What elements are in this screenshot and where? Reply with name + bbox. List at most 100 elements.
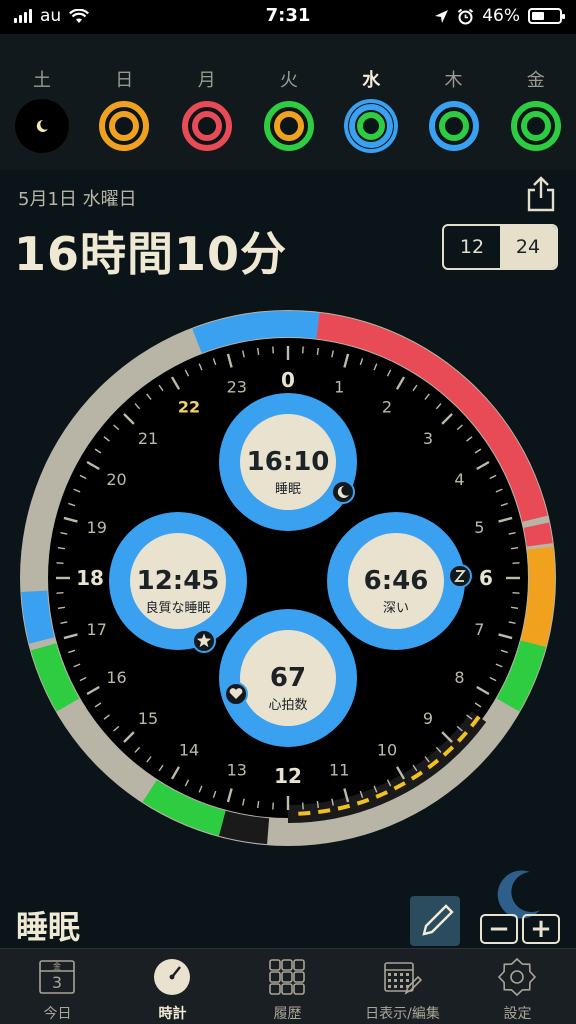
stat-heart[interactable]: 67 心拍数	[219, 609, 357, 747]
location-arrow-icon	[435, 9, 449, 23]
clock-icon	[154, 959, 190, 995]
date-heading: 5月1日 水曜日	[18, 189, 137, 210]
hour-label: 10	[377, 741, 397, 760]
grid-icon	[269, 959, 305, 995]
gear-icon	[497, 957, 537, 997]
section-title: 睡眠	[16, 908, 81, 946]
day-2[interactable]: 月	[166, 34, 248, 170]
hour-label: 21	[138, 429, 158, 448]
dial-tick	[316, 347, 319, 356]
stat-label: 良質な睡眠	[145, 600, 210, 616]
tab-bar: 金 3 今日 時計 履歴 日表示/編集 設定	[0, 948, 576, 1024]
hour-label: 11	[329, 760, 349, 779]
tab-label: 時計	[158, 1006, 187, 1022]
stat-label: 心拍数	[268, 698, 307, 713]
day-4[interactable]: 水	[330, 34, 412, 170]
hour-label: 14	[179, 741, 199, 760]
hour-label: 16	[106, 668, 126, 687]
tab-label: 日表示/編集	[365, 1006, 440, 1022]
day-rings-icon	[428, 101, 479, 151]
status-right: 46%	[434, 6, 565, 26]
heart-icon	[224, 682, 248, 706]
day-rings-icon	[510, 101, 561, 151]
dial-tick	[510, 547, 519, 550]
hour-label: 5	[474, 518, 484, 537]
sleep-arc-orange	[520, 546, 555, 648]
day-label: 土	[33, 70, 51, 91]
tab-3[interactable]: 日表示/編集	[345, 949, 460, 1024]
dial-tick	[257, 800, 260, 809]
tab-1[interactable]: 時計	[115, 949, 230, 1024]
z-icon	[448, 564, 472, 588]
day-rings-icon	[99, 101, 150, 151]
hour-label: 3	[423, 429, 433, 448]
day-label: 木	[444, 70, 463, 91]
stat-value: 16:10	[247, 447, 330, 477]
calendar-day: 3	[52, 973, 62, 992]
status-bar: au 7:31 46%	[0, 0, 576, 34]
hour-label: 6	[479, 566, 493, 590]
day-1[interactable]: 日	[83, 34, 165, 170]
hour-label: 4	[454, 470, 464, 489]
hour-label: 20	[106, 470, 126, 489]
tab-2[interactable]: 履歴	[230, 949, 345, 1024]
dial-tick	[257, 347, 260, 356]
day-5[interactable]: 木	[413, 34, 495, 170]
stat-value: 6:46	[364, 566, 429, 596]
day-0[interactable]: 土	[1, 34, 83, 170]
hour-label: 15	[138, 709, 158, 728]
format-12-option[interactable]: 12	[444, 226, 500, 268]
hour-label: 18	[76, 566, 104, 590]
stat-label: 睡眠	[275, 482, 301, 497]
day-6[interactable]: 金	[495, 34, 576, 170]
tab-0[interactable]: 金 3 今日	[0, 949, 115, 1024]
calendar-month: 金	[53, 961, 61, 971]
hour-label: 0	[281, 368, 295, 392]
dial-tick	[57, 547, 66, 550]
hour-label: 12	[274, 764, 302, 788]
day-rings-icon	[344, 99, 399, 153]
total-duration: 16時間10分	[14, 227, 288, 281]
dial-tick	[57, 606, 66, 609]
edit-button[interactable]	[410, 896, 460, 946]
day-label: 月	[197, 70, 216, 91]
hour-label: 7	[474, 620, 484, 639]
dial-tick	[316, 800, 319, 809]
week-strip: 土日月火水木金	[0, 34, 576, 170]
dial-tick	[510, 606, 519, 609]
hour-label: 19	[87, 518, 107, 537]
day-3[interactable]: 火	[248, 34, 330, 170]
format-24-option[interactable]: 24	[500, 226, 556, 268]
tab-4[interactable]: 設定	[460, 949, 575, 1024]
hour-label: 8	[454, 668, 464, 687]
clock-format-toggle[interactable]: 12 24	[442, 224, 558, 270]
calendar-icon: 金3	[39, 960, 75, 994]
day-label: 日	[115, 70, 134, 91]
battery-icon	[528, 8, 565, 24]
stat-sleep[interactable]: 16:10 睡眠	[219, 393, 357, 531]
night-icon	[15, 99, 69, 153]
stat-label: 深い	[383, 601, 409, 616]
stat-value: 67	[270, 663, 306, 693]
zoom-out-button[interactable]: −	[480, 914, 518, 944]
stat-value: 12:45	[137, 566, 220, 596]
hour-label: 9	[423, 709, 433, 728]
hour-label: 17	[87, 620, 107, 639]
hour-label: 1	[334, 378, 344, 397]
sleep-clock-dial[interactable]: 0 123456789101112131415161718192021222316…	[0, 290, 576, 870]
hour-label: 22	[178, 398, 200, 417]
battery-percent: 46%	[482, 6, 520, 26]
day-label: 火	[279, 70, 298, 91]
share-icon[interactable]	[524, 175, 558, 213]
sleep-arc-dark	[218, 810, 270, 845]
star-icon	[192, 629, 216, 653]
alarm-icon	[458, 8, 474, 24]
zoom-in-button[interactable]: +	[522, 914, 560, 944]
day-label: 金	[526, 70, 545, 91]
day-rings-icon	[263, 101, 314, 151]
calendar-edit-icon	[384, 962, 422, 995]
tab-label: 今日	[43, 1006, 72, 1022]
tab-label: 履歴	[273, 1006, 302, 1022]
zoom-control[interactable]: − +	[480, 914, 560, 944]
hour-label: 23	[227, 378, 247, 397]
